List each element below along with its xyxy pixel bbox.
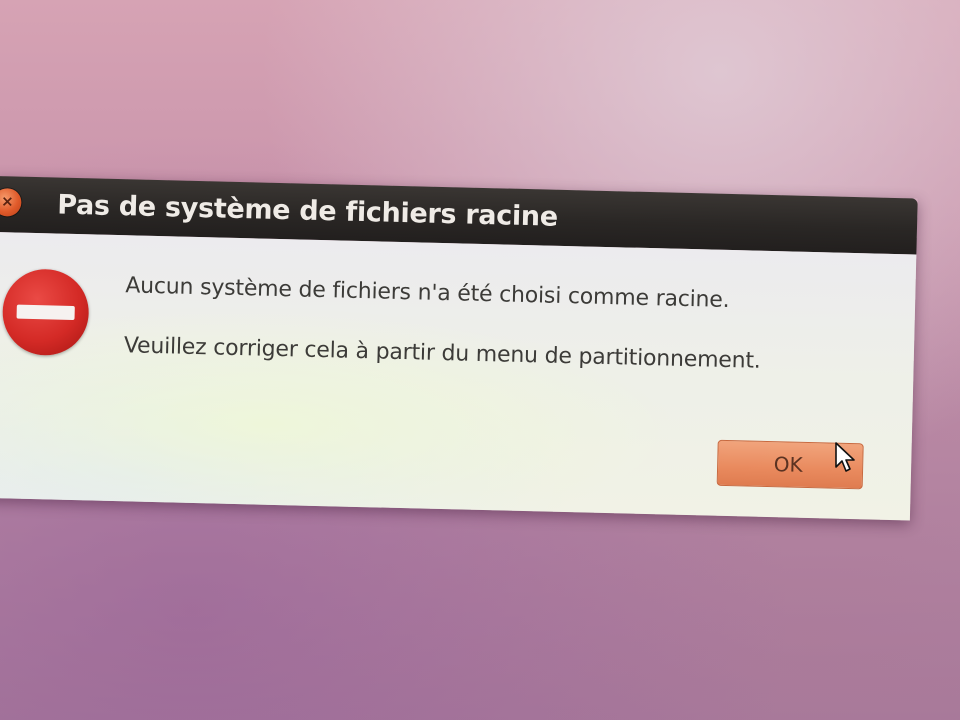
dialog-title: Pas de système de fichiers racine — [56, 189, 559, 233]
close-icon[interactable]: × — [0, 187, 22, 217]
mouse-pointer-icon — [835, 442, 855, 472]
primary-message: Aucun système de fichiers n'a été choisi… — [125, 273, 730, 314]
error-dialog: × Pas de système de fichiers racine Aucu… — [0, 176, 918, 521]
dialog-body: Aucun système de fichiers n'a été choisi… — [0, 231, 917, 521]
secondary-message: Veuillez corriger cela à partir du menu … — [123, 333, 761, 374]
error-stop-icon — [1, 268, 90, 357]
